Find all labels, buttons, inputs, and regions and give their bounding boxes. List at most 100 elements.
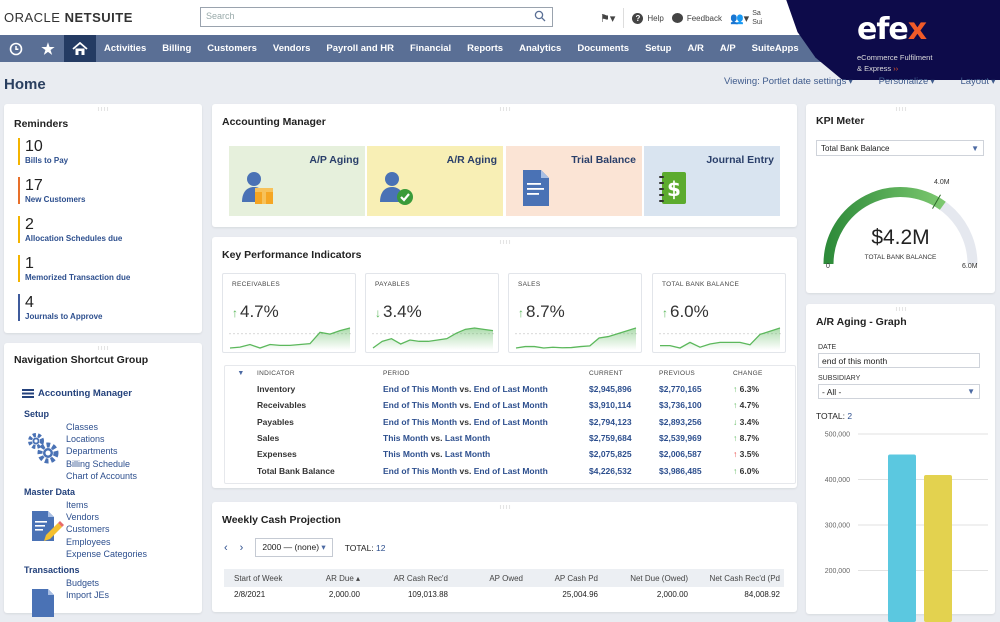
reminder-item[interactable]: 10 Bills to Pay [18, 138, 198, 165]
drag-handle[interactable] [894, 307, 907, 311]
current-value-link[interactable]: $4,226,532 [589, 466, 659, 476]
nav-activities[interactable]: Activities [96, 35, 154, 62]
current-value-link[interactable]: $2,075,825 [589, 449, 659, 459]
kpi-table-row[interactable]: Payables End of This Month vs. End of Las… [225, 414, 795, 430]
kpi-card-payables[interactable]: PAYABLES ↓ 3.4% [365, 273, 499, 353]
oracle-netsuite-logo[interactable]: ORACLE NETSUITE [4, 10, 133, 25]
column-header[interactable]: Start of Week [224, 574, 304, 583]
period-cell[interactable]: End of This Month vs. End of Last Month [383, 466, 589, 476]
date-field[interactable]: end of this month [818, 353, 980, 368]
drag-handle[interactable] [97, 107, 109, 111]
create-new-icon[interactable]: ⚑▾ [600, 12, 615, 25]
feedback-link[interactable]: Feedback [671, 13, 722, 23]
previous-value-link[interactable]: $2,770,165 [659, 384, 733, 394]
personalize-dropdown[interactable]: Personalize [879, 76, 935, 87]
reminder-label[interactable]: Allocation Schedules due [25, 234, 198, 243]
reminder-item[interactable]: 2 Allocation Schedules due [18, 216, 198, 243]
nav-setup[interactable]: Setup [637, 35, 679, 62]
nav-billing[interactable]: Billing [154, 35, 199, 62]
next-page-icon[interactable]: › [240, 542, 244, 554]
kpi-card-total-bank-balance[interactable]: TOTAL BANK BALANCE ↑ 6.0% [652, 273, 786, 353]
tile-ap-aging[interactable]: A/P Aging [229, 146, 365, 216]
previous-value-link[interactable]: $2,539,969 [659, 433, 733, 443]
link-employees[interactable]: Employees [66, 536, 147, 548]
nav-documents[interactable]: Documents [569, 35, 637, 62]
kpi-table-row[interactable]: Inventory End of This Month vs. End of La… [225, 381, 795, 397]
link-expense-categories[interactable]: Expense Categories [66, 548, 147, 560]
drag-handle[interactable] [894, 107, 907, 111]
link-classes[interactable]: Classes [66, 421, 137, 433]
reminder-label[interactable]: Journals to Approve [25, 312, 198, 321]
reminder-label[interactable]: Bills to Pay [25, 156, 198, 165]
current-value-link[interactable]: $2,794,123 [589, 417, 659, 427]
reminder-item[interactable]: 17 New Customers [18, 177, 198, 204]
recent-records-icon[interactable] [0, 35, 32, 62]
nav-ar[interactable]: A/R [679, 35, 711, 62]
reminder-label[interactable]: New Customers [25, 195, 198, 204]
ar-aging-bar[interactable] [888, 454, 916, 622]
previous-value-link[interactable]: $2,893,256 [659, 417, 733, 427]
current-value-link[interactable]: $2,945,896 [589, 384, 659, 394]
previous-page-icon[interactable]: ‹ [224, 542, 228, 554]
reminder-label[interactable]: Memorized Transaction due [25, 273, 198, 282]
link-budgets[interactable]: Budgets [66, 577, 109, 589]
subsidiary-filter-select[interactable]: 2000 — (none) [255, 538, 333, 557]
column-header[interactable]: AP Cash Pd [527, 574, 602, 583]
period-cell[interactable]: This Month vs. Last Month [383, 449, 589, 459]
link-departments[interactable]: Departments [66, 445, 137, 457]
nav-financial[interactable]: Financial [402, 35, 459, 62]
nav-payroll-hr[interactable]: Payroll and HR [318, 35, 402, 62]
column-header[interactable]: Net Due (Owed) [602, 574, 692, 583]
portlet-date-settings-dropdown[interactable]: Viewing: Portlet date settings [724, 76, 853, 87]
favorites-star-icon[interactable]: ★ [32, 35, 64, 62]
link-locations[interactable]: Locations [66, 433, 137, 445]
shortcut-group-header[interactable]: Accounting Manager [22, 388, 132, 399]
search-icon[interactable] [534, 10, 546, 22]
drag-handle[interactable] [97, 346, 109, 350]
help-link[interactable]: ? Help [632, 12, 664, 24]
current-value-link[interactable]: $2,759,684 [589, 433, 659, 443]
previous-value-link[interactable]: $3,986,485 [659, 466, 733, 476]
nav-analytics[interactable]: Analytics [511, 35, 569, 62]
table-row[interactable]: 2/8/2021 2,000.00 109,013.88 25,004.96 2,000… [224, 587, 784, 601]
period-cell[interactable]: End of This Month vs. End of Last Month [383, 417, 589, 427]
nav-suiteapps[interactable]: SuiteApps [744, 35, 807, 62]
kpi-table-row[interactable]: Total Bank Balance End of This Month vs. … [225, 462, 795, 478]
reminder-item[interactable]: 4 Journals to Approve [18, 294, 198, 321]
tile-journal-entry[interactable]: Journal Entry $ [644, 146, 780, 216]
user-menu[interactable]: 👥▾ Sa Sui [730, 9, 762, 27]
kpi-table-row[interactable]: Sales This Month vs. Last Month $2,759,684… [225, 430, 795, 446]
kpi-card-receivables[interactable]: RECEIVABLES ↑ 4.7% [222, 273, 356, 353]
collapse-toggle-icon[interactable]: ▼ [225, 370, 257, 377]
nav-customers[interactable]: Customers [199, 35, 265, 62]
link-chart-of-accounts[interactable]: Chart of Accounts [66, 470, 137, 482]
kpi-table-row[interactable]: Expenses This Month vs. Last Month $2,075,… [225, 446, 795, 462]
period-cell[interactable]: End of This Month vs. End of Last Month [383, 384, 589, 394]
home-icon[interactable] [64, 35, 96, 62]
column-header[interactable]: Net Cash Rec'd (Pd [692, 574, 784, 583]
link-items[interactable]: Items [66, 499, 147, 511]
tile-trial-balance[interactable]: Trial Balance [506, 146, 642, 216]
reminder-item[interactable]: 1 Memorized Transaction due [18, 255, 198, 282]
link-vendors[interactable]: Vendors [66, 511, 147, 523]
kpi-card-sales[interactable]: SALES ↑ 8.7% [508, 273, 642, 353]
kpi-meter-select[interactable]: Total Bank Balance ▼ [816, 140, 984, 156]
column-header[interactable]: AP Owed [452, 574, 527, 583]
kpi-table-row[interactable]: Receivables End of This Month vs. End of … [225, 397, 795, 413]
nav-vendors[interactable]: Vendors [265, 35, 319, 62]
nav-reports[interactable]: Reports [459, 35, 511, 62]
current-value-link[interactable]: $3,910,114 [589, 400, 659, 410]
period-cell[interactable]: This Month vs. Last Month [383, 433, 589, 443]
previous-value-link[interactable]: $3,736,100 [659, 400, 733, 410]
period-cell[interactable]: End of This Month vs. End of Last Month [383, 400, 589, 410]
link-billing-schedule[interactable]: Billing Schedule [66, 458, 137, 470]
column-header[interactable]: AR Cash Rec'd [364, 574, 452, 583]
subsidiary-select[interactable]: - All - ▼ [818, 384, 980, 399]
previous-value-link[interactable]: $2,006,587 [659, 449, 733, 459]
drag-handle[interactable] [498, 107, 511, 111]
link-customers[interactable]: Customers [66, 523, 147, 535]
drag-handle[interactable] [498, 505, 511, 509]
layout-dropdown[interactable]: Layout [960, 76, 995, 87]
drag-handle[interactable] [498, 240, 511, 244]
nav-ap[interactable]: A/P [712, 35, 744, 62]
